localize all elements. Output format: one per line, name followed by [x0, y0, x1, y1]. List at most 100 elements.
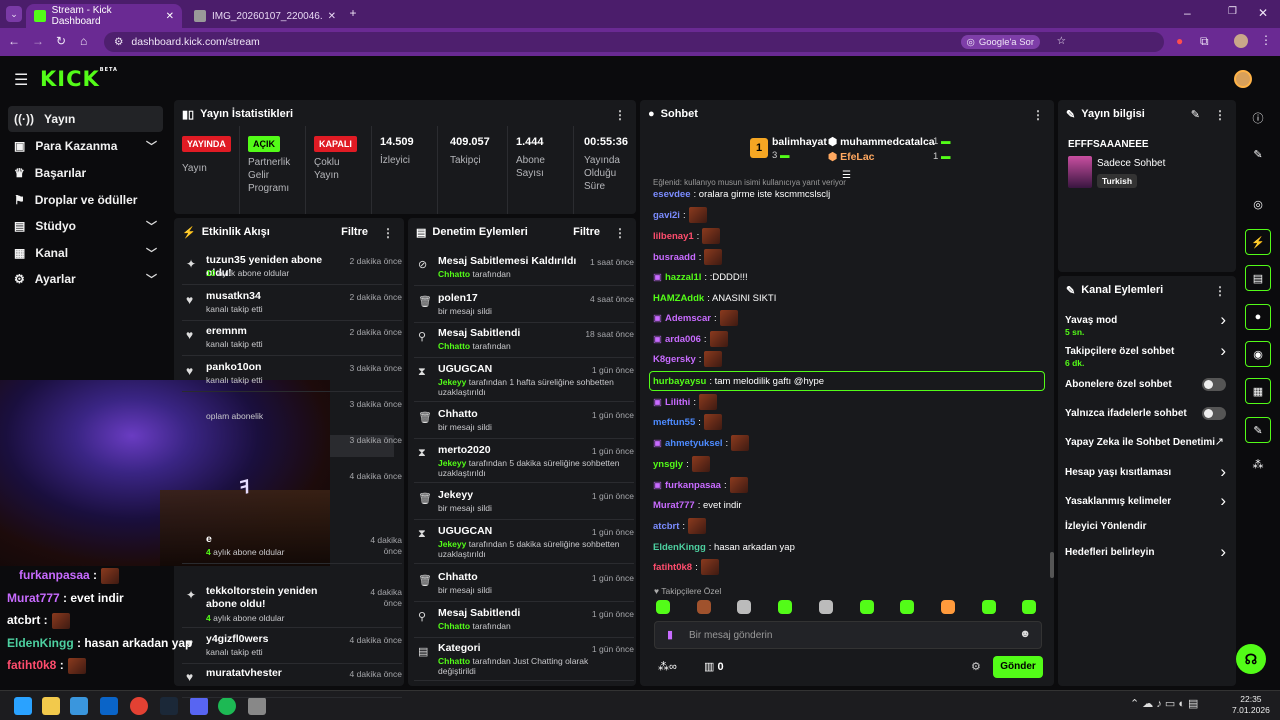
- quick-emote-icon[interactable]: [696, 600, 711, 614]
- top-gifter-2-row[interactable]: ⬢ muhammedcatalca: [828, 136, 935, 148]
- minimize-icon[interactable]: –: [1184, 6, 1191, 20]
- tray-icons[interactable]: ⌃ ☁ ♪ ▭ ◐ ▤: [1130, 697, 1198, 710]
- edit-icon[interactable]: ✎: [1191, 108, 1200, 121]
- back-icon[interactable]: ←: [8, 34, 20, 48]
- info-icon[interactable]: ⓘ: [1245, 105, 1271, 131]
- sidebar-item-para-kazanma[interactable]: ▣ Para Kazanma ﹀: [8, 133, 163, 159]
- chat-username[interactable]: hazzal1l: [665, 272, 701, 283]
- channel-action-item[interactable]: Hedefleri belirleyin ›: [1058, 542, 1236, 571]
- tab-image[interactable]: IMG_20260107_220046.jpg (910× ✕: [186, 4, 344, 28]
- chat-username[interactable]: ynsgly: [653, 459, 683, 470]
- settings-app-icon[interactable]: [248, 697, 266, 715]
- chat-username[interactable]: Lilithi: [665, 397, 690, 408]
- chat-scrollbar[interactable]: [1050, 552, 1054, 578]
- moderator-name[interactable]: Jekeyy: [438, 458, 466, 468]
- user-avatar[interactable]: [1234, 70, 1252, 88]
- restore-icon[interactable]: ❐: [1228, 6, 1237, 17]
- channel-action-item[interactable]: Takipçilere özel sohbet 6 dk. ›: [1058, 341, 1236, 370]
- chrome-icon[interactable]: [130, 697, 148, 715]
- chat-username[interactable]: HAMZAddk: [653, 293, 704, 304]
- lightning-panel-icon[interactable]: ⚡: [1245, 229, 1271, 255]
- file-explorer-icon[interactable]: [42, 697, 60, 715]
- sidebar-item-studyo[interactable]: ▤ Stüdyo ﹀: [8, 213, 163, 239]
- emoji-icon[interactable]: ☻: [1019, 628, 1031, 640]
- quick-emote-icon[interactable]: [737, 600, 752, 614]
- sidebar-item-droplar[interactable]: ⚑ Droplar ve ödüller: [8, 187, 163, 213]
- site-info-icon[interactable]: ⚙: [114, 36, 123, 48]
- category-name[interactable]: Sadece Sohbet: [1097, 158, 1165, 169]
- discord-icon[interactable]: [190, 697, 208, 715]
- channel-action-item[interactable]: Yasaklanmış kelimeler ›: [1058, 491, 1236, 520]
- sidebar-item-basarilar[interactable]: ♛ Başarılar: [8, 160, 163, 186]
- moderation-filter-button[interactable]: Filtre: [573, 226, 600, 238]
- quick-emote-icon[interactable]: [859, 600, 874, 614]
- target-icon[interactable]: ◎: [1245, 191, 1271, 217]
- document-panel-icon[interactable]: ▤: [1245, 265, 1271, 291]
- chat-username[interactable]: Murat777: [653, 500, 695, 511]
- top-gifter-3-row[interactable]: ⬢ EfeLac: [828, 151, 875, 163]
- more-options-icon[interactable]: ⋮: [614, 226, 626, 240]
- category-thumbnail[interactable]: [1068, 156, 1092, 188]
- forward-icon[interactable]: →: [32, 34, 44, 48]
- channel-action-item[interactable]: Yapay Zeka ile Sohbet Denetimi ↗: [1058, 435, 1236, 461]
- broadcast-panel-icon[interactable]: ◉: [1245, 341, 1271, 367]
- moderator-name[interactable]: Chhatto: [438, 621, 470, 631]
- chat-username[interactable]: atcbrt: [653, 521, 679, 532]
- channel-points-icon[interactable]: ⁂∞: [658, 660, 677, 673]
- layout-panel-icon[interactable]: ▦: [1245, 378, 1271, 404]
- wrench-panel-icon[interactable]: ✎: [1245, 417, 1271, 443]
- more-options-icon[interactable]: ⋮: [382, 226, 394, 240]
- chat-username[interactable]: K8gersky: [653, 354, 696, 365]
- clock[interactable]: 22:35 7.01.2026: [1232, 694, 1270, 716]
- chat-username[interactable]: esevdee: [653, 189, 691, 200]
- support-headset-icon[interactable]: ☊: [1236, 644, 1266, 674]
- quick-emote-icon[interactable]: [981, 600, 996, 614]
- spotify-icon[interactable]: [218, 697, 236, 715]
- moderator-name[interactable]: Jekeyy: [438, 377, 466, 387]
- extensions-puzzle-icon[interactable]: ⧉: [1200, 34, 1209, 49]
- more-options-icon[interactable]: ⋮: [1214, 284, 1226, 298]
- channel-action-item[interactable]: Hesap yaşı kısıtlaması ›: [1058, 462, 1236, 491]
- pencil-icon[interactable]: ✎: [1245, 141, 1271, 167]
- chat-username[interactable]: EldenKingg: [653, 542, 706, 553]
- more-options-icon[interactable]: ⋮: [1214, 108, 1226, 122]
- channel-action-item[interactable]: İzleyici Yönlendir: [1058, 519, 1236, 545]
- close-tab-icon[interactable]: ✕: [166, 11, 174, 22]
- browser-menu-icon[interactable]: ⋮: [1260, 33, 1272, 47]
- extension-icon[interactable]: ●: [1176, 34, 1183, 48]
- chat-settings-icon[interactable]: ⚙: [971, 660, 981, 673]
- quick-emote-icon[interactable]: [900, 600, 915, 614]
- chat-input[interactable]: ▮ Bir mesaj gönderin ☻: [654, 621, 1042, 649]
- moderator-name[interactable]: Chhatto: [438, 269, 470, 279]
- chat-username[interactable]: Ademscar: [665, 313, 711, 324]
- chat-username[interactable]: ahmetyuksel: [665, 438, 723, 449]
- profile-avatar[interactable]: [1234, 34, 1248, 48]
- chat-username[interactable]: gavi2i: [653, 210, 680, 221]
- points-wallet[interactable]: ▥ 0: [704, 660, 724, 673]
- moderator-name[interactable]: Chhatto: [438, 656, 470, 666]
- toggle-switch[interactable]: [1202, 407, 1226, 420]
- sidebar-item-yayin[interactable]: ((·)) Yayın: [8, 106, 163, 132]
- chat-username[interactable]: busraadd: [653, 252, 696, 263]
- chat-username[interactable]: hurbayaysu: [653, 376, 706, 387]
- channel-action-item[interactable]: Yavaş mod 5 sn. ›: [1058, 310, 1236, 339]
- store-icon[interactable]: [70, 697, 88, 715]
- chat-username[interactable]: meftun55: [653, 417, 695, 428]
- sidebar-item-kanal[interactable]: ▦ Kanal ﹀: [8, 240, 163, 266]
- quick-emote-icon[interactable]: [778, 600, 793, 614]
- address-bar[interactable]: ⚙ dashboard.kick.com/stream ◎ Google'a So…: [104, 32, 1164, 52]
- tab-kick-dashboard[interactable]: Stream - Kick Dashboard ✕: [26, 4, 182, 28]
- close-window-icon[interactable]: ✕: [1258, 6, 1268, 20]
- close-tab-icon[interactable]: ✕: [328, 11, 336, 22]
- home-icon[interactable]: ⌂: [80, 34, 87, 48]
- new-tab-icon[interactable]: +: [346, 6, 360, 20]
- tab-search-icon[interactable]: ⌄: [6, 6, 22, 22]
- moderator-name[interactable]: Chhatto: [438, 341, 470, 351]
- windows-start-icon[interactable]: [14, 697, 32, 715]
- channel-action-item[interactable]: Yalnızca ifadelerle sohbet: [1058, 406, 1236, 432]
- google-ask-button[interactable]: ◎ Google'a Sor: [960, 35, 1040, 49]
- chat-username[interactable]: arda006: [665, 334, 701, 345]
- send-button[interactable]: Gönder: [993, 656, 1043, 678]
- quick-emote-icon[interactable]: [656, 600, 670, 614]
- steam-icon[interactable]: [160, 697, 178, 715]
